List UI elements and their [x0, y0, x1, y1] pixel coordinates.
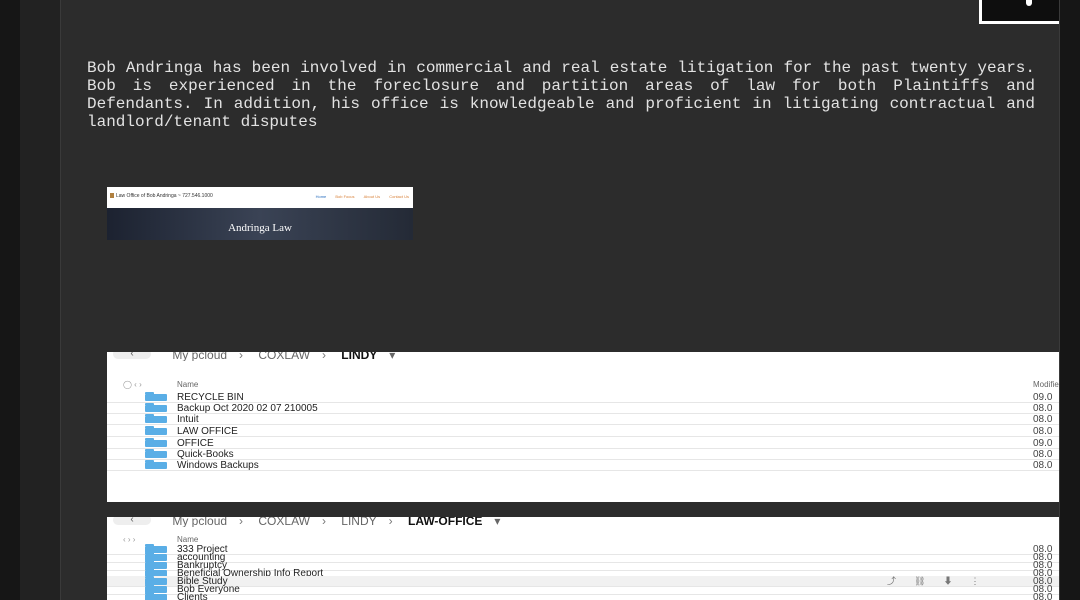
column-name: Name [177, 535, 199, 544]
list-item[interactable]: Windows Backups 08.0 [107, 460, 1059, 471]
folder-icon [145, 414, 167, 423]
breadcrumb-current: LINDY [341, 352, 378, 361]
content-column: Bob Andringa has been involved in commer… [60, 0, 1060, 600]
breadcrumb-item: COXLAW [258, 517, 310, 527]
site-header: Law Office of Bob Andringa ~ 727.546.100… [107, 187, 413, 208]
logo[interactable] [979, 0, 1059, 24]
list-item[interactable]: RECYCLE BIN 09.0 [107, 392, 1059, 403]
list-item[interactable]: Intuit 08.0 [107, 414, 1059, 425]
folder-icon [145, 449, 167, 458]
column-header: ◯ ‹ › Name Modified [107, 380, 1059, 390]
folder-icon [145, 403, 167, 412]
back-arrow-icon: ‹ [113, 352, 151, 359]
site-nav: Home Bob Focus About Us Contact Us [308, 194, 409, 199]
website-screenshot[interactable]: Law Office of Bob Andringa ~ 727.546.100… [107, 187, 413, 240]
breadcrumb-separator-icon: › [239, 352, 244, 361]
folder-icon [145, 460, 167, 469]
site-nav-focus: Bob Focus [335, 194, 355, 199]
back-arrow-icon: ‹ [113, 517, 151, 525]
breadcrumb: ‹ My pcloud › COXLAW › LINDY › LAW-OFFICE ▾ [107, 517, 512, 527]
column-modified: Modified [1033, 380, 1059, 389]
cloud-browser-screenshot-law-office[interactable]: ‹ My pcloud › COXLAW › LINDY › LAW-OFFICE ▾ … [107, 517, 1059, 600]
breadcrumb-item: My pcloud [172, 352, 228, 361]
logo-mark-icon [1026, 0, 1032, 6]
page-outer-frame: Bob Andringa has been involved in commer… [20, 0, 1060, 600]
site-nav-home: Home [315, 194, 327, 199]
chevron-down-icon: ▾ [494, 517, 501, 527]
nav-arrows-icon: ‹ › › [123, 535, 136, 544]
scales-icon [110, 193, 114, 199]
attorney-bio: Bob Andringa has been involved in commer… [87, 59, 1035, 131]
folder-icon [145, 438, 167, 447]
folder-icon [145, 426, 167, 435]
breadcrumb-separator-icon: › [239, 517, 244, 527]
site-nav-about: About Us [363, 194, 381, 199]
breadcrumb-current: LAW-OFFICE [407, 517, 483, 527]
breadcrumb: ‹ My pcloud › COXLAW › LINDY ▾ [107, 352, 407, 361]
chevron-down-icon: ▾ [389, 352, 396, 361]
list-item[interactable]: Backup Oct 2020 02 07 210005 08.0 [107, 403, 1059, 414]
list-item[interactable]: Clients 08.0 [107, 592, 1059, 600]
column-name: Name [177, 380, 199, 389]
folder-icon [145, 592, 167, 600]
breadcrumb-separator-icon: › [388, 517, 393, 527]
list-item[interactable]: OFFICE 09.0 [107, 438, 1059, 449]
nav-arrows-icon: ◯ ‹ › [123, 380, 142, 389]
list-item[interactable]: Quick-Books 08.0 [107, 449, 1059, 460]
breadcrumb-item: COXLAW [258, 352, 310, 361]
breadcrumb-item: LINDY [341, 517, 377, 527]
breadcrumb-separator-icon: › [321, 517, 326, 527]
folder-icon [145, 392, 167, 401]
site-hero-title: Andringa Law [228, 222, 292, 234]
site-nav-contact: Contact Us [389, 194, 409, 199]
list-item[interactable]: LAW OFFICE 08.0 [107, 426, 1059, 437]
breadcrumb-item: My pcloud [172, 517, 228, 527]
breadcrumb-separator-icon: › [321, 352, 326, 361]
cloud-browser-screenshot-lindy[interactable]: ‹ My pcloud › COXLAW › LINDY ▾ ◯ ‹ › Name M… [107, 352, 1059, 502]
site-brand: Law Office of Bob Andringa ~ 727.546.100… [110, 193, 213, 199]
